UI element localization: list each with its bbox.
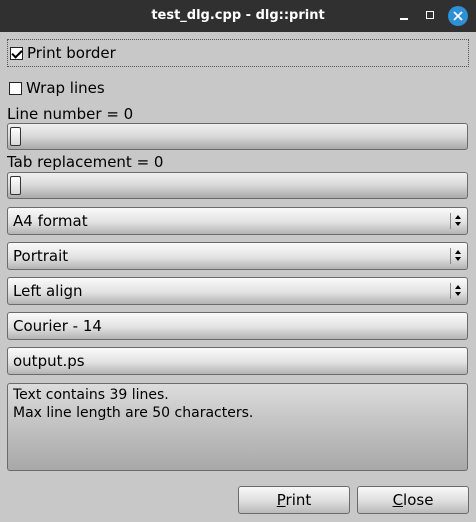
page-format-value: A4 format bbox=[13, 212, 88, 230]
font-button[interactable]: Courier - 14 bbox=[7, 312, 468, 340]
info-line-count: Text contains 39 lines. bbox=[13, 387, 169, 403]
updown-arrows-icon bbox=[450, 248, 464, 264]
print-border-checkbox[interactable] bbox=[10, 46, 23, 60]
alignment-select[interactable]: Left align bbox=[7, 277, 468, 305]
print-label-rest: rint bbox=[285, 491, 312, 509]
wrap-lines-checkbox[interactable] bbox=[9, 81, 22, 95]
close-button[interactable]: Close bbox=[357, 486, 469, 514]
close-icon[interactable] bbox=[448, 6, 468, 26]
dialog-body: Print border Wrap lines Line number = 0 … bbox=[0, 32, 476, 522]
close-mnemonic: C bbox=[392, 491, 404, 509]
print-border-checkbox-row[interactable]: Print border bbox=[7, 39, 469, 67]
output-file-value: output.ps bbox=[13, 352, 85, 370]
print-button[interactable]: Print bbox=[238, 486, 350, 514]
close-x-glyph bbox=[453, 11, 463, 21]
page-format-select[interactable]: A4 format bbox=[7, 207, 468, 235]
minimize-icon[interactable] bbox=[397, 8, 413, 24]
updown-arrows-icon bbox=[450, 213, 464, 229]
tab-replacement-slider[interactable] bbox=[7, 172, 468, 199]
updown-arrows-icon bbox=[450, 283, 464, 299]
line-number-label: Line number = 0 bbox=[7, 105, 134, 123]
orientation-value: Portrait bbox=[13, 247, 69, 265]
wrap-lines-label: Wrap lines bbox=[26, 79, 105, 97]
line-number-slider-thumb[interactable] bbox=[10, 127, 21, 146]
print-border-label: Print border bbox=[27, 44, 116, 62]
maximize-icon[interactable] bbox=[423, 8, 439, 24]
tab-replacement-label: Tab replacement = 0 bbox=[7, 153, 164, 171]
info-max-length: Max line length are 50 characters. bbox=[13, 405, 254, 421]
output-file-input[interactable]: output.ps bbox=[7, 347, 468, 375]
info-text-area: Text contains 39 lines. Max line length … bbox=[7, 383, 468, 471]
line-number-slider[interactable] bbox=[7, 123, 468, 150]
alignment-value: Left align bbox=[13, 282, 83, 300]
wrap-lines-checkbox-row[interactable]: Wrap lines bbox=[7, 74, 105, 102]
close-label-rest: lose bbox=[403, 491, 434, 509]
print-mnemonic: P bbox=[276, 491, 286, 509]
orientation-select[interactable]: Portrait bbox=[7, 242, 468, 270]
font-value: Courier - 14 bbox=[13, 317, 102, 335]
title-bar[interactable]: test_dlg.cpp - dlg::print bbox=[0, 0, 476, 32]
tab-replacement-slider-thumb[interactable] bbox=[10, 176, 21, 195]
